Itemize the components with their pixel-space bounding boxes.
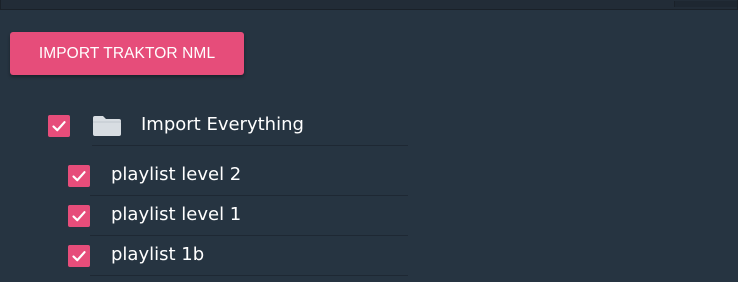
checkmark-icon xyxy=(72,171,86,182)
child-label: playlist level 1 xyxy=(111,204,242,225)
tree-root-item[interactable]: Import Everything xyxy=(48,106,408,146)
top-panel-tab[interactable] xyxy=(674,1,737,7)
row-divider xyxy=(90,275,408,276)
child-checkbox[interactable] xyxy=(68,245,90,267)
folder-icon xyxy=(92,115,122,137)
checkmark-icon xyxy=(72,211,86,222)
child-label: playlist 1b xyxy=(111,244,205,265)
row-divider xyxy=(92,145,408,146)
root-checkbox[interactable] xyxy=(48,115,70,137)
tree-child-item[interactable]: playlist 1b xyxy=(68,236,408,276)
tree-child-item[interactable]: playlist level 2 xyxy=(68,156,408,196)
tree-child-item[interactable]: playlist level 1 xyxy=(68,196,408,236)
child-label: playlist level 2 xyxy=(111,164,242,185)
checkmark-icon xyxy=(52,121,66,132)
root-label: Import Everything xyxy=(141,114,304,135)
child-checkbox[interactable] xyxy=(68,165,90,187)
child-checkbox[interactable] xyxy=(68,205,90,227)
top-panel xyxy=(0,0,738,10)
import-traktor-nml-button[interactable]: IMPORT TRAKTOR NML xyxy=(10,32,244,75)
checkmark-icon xyxy=(72,251,86,262)
